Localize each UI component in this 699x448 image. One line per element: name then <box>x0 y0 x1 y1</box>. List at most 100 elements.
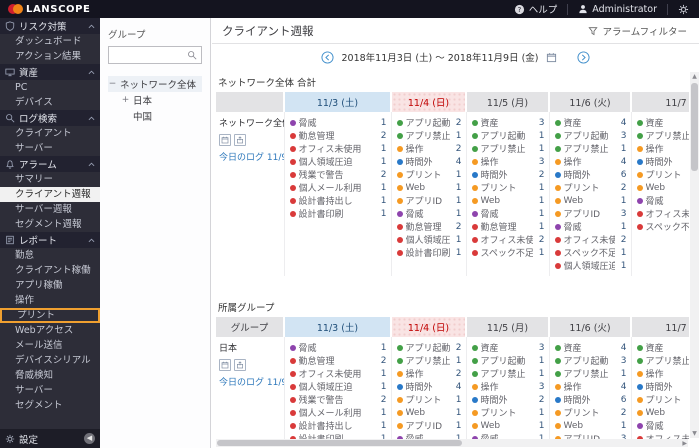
sidebar-section-header[interactable]: リスク対策 <box>0 18 100 34</box>
alarm-item[interactable]: 時間外 <box>636 155 690 168</box>
sidebar-item[interactable]: アクション結果 <box>0 49 100 64</box>
alarm-item[interactable]: アプリ起動 1 <box>471 354 545 367</box>
alarm-item[interactable]: 設計書持出し 1 <box>289 194 387 207</box>
sidebar-item[interactable]: ダッシュボード <box>0 34 100 49</box>
group-tree-item[interactable]: − ネットワーク全体 <box>108 76 202 92</box>
alarm-item[interactable]: アプリ起動 2 <box>396 116 462 129</box>
alarm-item[interactable]: 資産 4 <box>554 116 627 129</box>
sidebar-item[interactable]: クライアント <box>0 126 100 141</box>
alarm-item[interactable]: 脅威 <box>636 419 690 432</box>
alarm-item[interactable]: 個人領域圧迫 1 <box>554 259 627 272</box>
alarm-item[interactable]: プリント 2 <box>554 406 627 419</box>
alarm-item[interactable]: Web <box>636 181 690 194</box>
alarm-item[interactable]: 時間外 6 <box>554 393 627 406</box>
sidebar-item[interactable]: セグメント週報 <box>0 217 100 232</box>
alarm-item[interactable]: 操作 3 <box>471 380 545 393</box>
alarm-item[interactable]: 個人メール利用 1 <box>289 406 387 419</box>
alarm-item[interactable]: プリント 2 <box>554 181 627 194</box>
alarm-item[interactable]: 設計書印刷 1 <box>396 246 462 259</box>
alarm-item[interactable]: 勤怠管理 2 <box>289 129 387 142</box>
alarm-item[interactable]: オフィス未使用 2 <box>471 233 545 246</box>
alarm-item[interactable]: オフィス未使用 1 <box>289 367 387 380</box>
alarm-item[interactable]: 時間外 <box>636 380 690 393</box>
vertical-scrollbar-thumb[interactable] <box>691 83 698 171</box>
sidebar-item[interactable]: デバイスシリアル <box>0 353 100 368</box>
alarm-item[interactable]: アプリ禁止 <box>636 129 689 142</box>
tree-expander-icon[interactable]: + <box>121 95 130 105</box>
group-tree-item[interactable]: 中国 <box>108 108 202 124</box>
alarm-item[interactable]: アプリ起動 3 <box>554 354 627 367</box>
horizontal-scrollbar[interactable]: ▶ <box>216 439 688 447</box>
sidebar-item[interactable]: クライアント稼働 <box>0 263 100 278</box>
alarm-item[interactable]: Web 1 <box>554 419 627 432</box>
alarm-item[interactable]: スペック不足 1 <box>471 246 545 259</box>
today-log-link[interactable]: 今日のログ 11/9 (金) <box>219 150 283 163</box>
alarm-item[interactable]: Web 1 <box>396 181 462 194</box>
alarm-item[interactable]: 時間外 2 <box>471 393 545 406</box>
calendar-mini-icon[interactable] <box>219 134 231 146</box>
scroll-right-arrow[interactable]: ▶ <box>682 440 688 447</box>
sidebar-section-header[interactable]: 資産 <box>0 64 100 80</box>
sidebar-item[interactable]: サマリー <box>0 172 100 187</box>
sidebar-item[interactable]: 操作 <box>0 293 100 308</box>
alarm-item[interactable]: 操作 3 <box>471 155 545 168</box>
scroll-down-arrow[interactable]: ▼ <box>690 429 699 438</box>
sidebar-section-header[interactable]: ログ検索 <box>0 110 100 126</box>
alarm-item[interactable]: 個人メール利用 1 <box>289 181 387 194</box>
sidebar-item[interactable]: サーバー <box>0 141 100 156</box>
calendar-icon[interactable] <box>546 52 557 63</box>
alarm-item[interactable]: 脅威1 <box>396 207 462 220</box>
alarm-item[interactable]: 資産 4 <box>554 341 627 354</box>
alarm-item[interactable]: Web 1 <box>471 194 545 207</box>
alarm-item[interactable]: アプリ禁止 1 <box>471 367 545 380</box>
alarm-item[interactable]: アプリ禁止 1 <box>554 367 627 380</box>
alarm-item[interactable]: 個人領域圧迫 1 <box>396 233 462 246</box>
alarm-item[interactable]: 資産 <box>636 116 690 129</box>
alarm-item[interactable]: Web <box>636 406 690 419</box>
alarm-item[interactable]: 操作 4 <box>554 380 627 393</box>
alarm-item[interactable]: 設計書持出し 1 <box>289 419 387 432</box>
alarm-item[interactable]: Web 1 <box>396 406 462 419</box>
alarm-item[interactable]: スペック不足 1 <box>554 246 627 259</box>
alarm-item[interactable]: Web 1 <box>471 419 545 432</box>
sidebar-item[interactable]: プリント <box>0 308 100 323</box>
alarm-item[interactable]: 脅威1 <box>471 432 545 439</box>
alarm-filter-button[interactable]: アラームフィルター <box>587 24 687 38</box>
group-tree-item[interactable]: + 日本 <box>108 92 202 108</box>
alarm-item[interactable]: アプリ起動 1 <box>471 129 545 142</box>
sidebar-item[interactable]: デバイス <box>0 95 100 110</box>
alarm-item[interactable]: 時間外 6 <box>554 168 627 181</box>
alarm-item[interactable]: 操作 2 <box>396 142 462 155</box>
alarm-item[interactable]: プリント <box>636 168 690 181</box>
alarm-item[interactable]: 勤怠管理 1 <box>471 220 545 233</box>
alarm-item[interactable]: 脅威1 <box>471 207 545 220</box>
alarm-item[interactable]: 時間外 4 <box>396 155 462 168</box>
alarm-item[interactable]: オフィス未使用 <box>636 432 689 439</box>
alarm-item[interactable]: 操作 2 <box>396 367 462 380</box>
alarm-item[interactable]: 脅威1 <box>554 220 627 233</box>
collapse-sidebar-button[interactable]: ◀ <box>84 433 95 444</box>
alarm-item[interactable]: 脅威 <box>636 194 690 207</box>
alarm-item[interactable]: プリント <box>636 393 690 406</box>
alarm-item[interactable]: プリント 1 <box>471 181 545 194</box>
alarm-item[interactable]: スペック不足 <box>636 220 689 233</box>
alarm-item[interactable]: プリント 1 <box>471 406 545 419</box>
sidebar-item[interactable]: 脅威検知 <box>0 368 100 383</box>
alarm-item[interactable]: アプリ禁止 1 <box>396 354 462 367</box>
alarm-item[interactable]: オフィス未使用 <box>636 207 689 220</box>
sidebar-item[interactable]: サーバー <box>0 383 100 398</box>
sidebar-item[interactable]: Webアクセス <box>0 323 100 338</box>
horizontal-scrollbar-thumb[interactable] <box>217 440 463 446</box>
alarm-item[interactable]: オフィス未使用 1 <box>289 142 387 155</box>
alarm-item[interactable]: 勤怠管理 2 <box>396 220 462 233</box>
alarm-item[interactable]: アプリ禁止 <box>636 354 689 367</box>
sidebar-section-header[interactable]: アラーム <box>0 156 100 172</box>
tree-expander-icon[interactable]: − <box>108 79 117 89</box>
alarm-item[interactable]: 資産 <box>636 341 690 354</box>
scroll-up-arrow[interactable]: ▲ <box>690 72 699 81</box>
alarm-item[interactable]: 残業で警告 2 <box>289 168 387 181</box>
alarm-item[interactable]: オフィス未使用 2 <box>554 233 627 246</box>
alarm-item[interactable]: 勤怠管理 2 <box>289 354 387 367</box>
settings-menu-button[interactable] <box>668 0 699 18</box>
alarm-item[interactable]: Web 1 <box>554 194 627 207</box>
